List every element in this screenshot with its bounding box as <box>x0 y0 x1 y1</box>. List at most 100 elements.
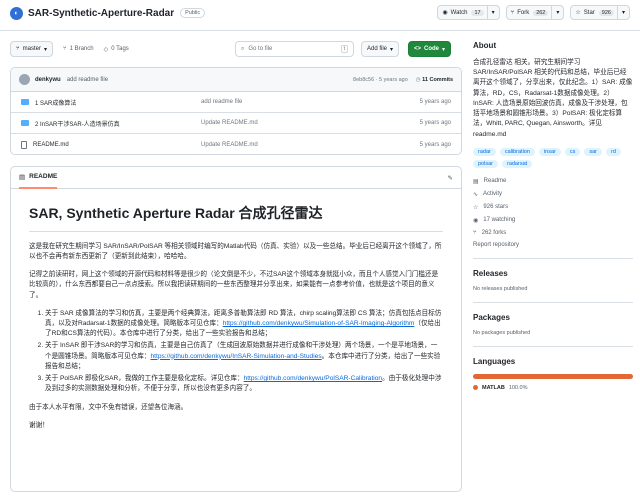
chevron-down-icon: ▾ <box>442 46 446 53</box>
code-icon: <> <box>414 46 422 52</box>
readme-header: ▤ README ✎ <box>11 167 461 189</box>
stars-label: 926 stars <box>483 204 509 211</box>
file-commit-message[interactable]: add readme file <box>201 99 361 105</box>
language-bar <box>473 373 633 379</box>
fork-count: 262 <box>533 9 549 16</box>
topic-tag[interactable]: radarsat <box>501 159 533 168</box>
commit-hash-time[interactable]: 8eb8c56 · 5 years ago <box>353 77 408 83</box>
latest-commit-bar: denkywu add readme file 8eb8c56 · 5 year… <box>11 68 461 92</box>
language-percent: 100.0% <box>508 384 528 391</box>
add-file-button[interactable]: Add file ▾ <box>361 41 400 57</box>
eye-icon: ◉ <box>442 10 448 16</box>
about-description: 合成孔径雷达 相关。研究生期间学习SAR/InSAR/PolSAR 相关的代码和… <box>473 59 633 138</box>
eye-icon: ◉ <box>473 217 479 224</box>
file-row[interactable]: README.md Update README.md 5 years ago <box>11 134 461 154</box>
topic-tag[interactable]: calibration <box>499 147 535 156</box>
tags-count: 0 Tags <box>111 46 129 52</box>
star-count: 926 <box>598 9 614 16</box>
fork-icon: ⑂ <box>510 9 515 16</box>
visibility-badge: Public <box>180 8 206 18</box>
pencil-icon[interactable]: ✎ <box>448 174 453 182</box>
star-label: Star <box>583 9 595 16</box>
chevron-down-icon[interactable]: ▾ <box>616 6 629 19</box>
file-row[interactable]: 2 InSAR干涉SAR-人造场景仿真 Update README.md 5 y… <box>11 113 461 134</box>
repo-actions: ◉ Watch 17 ▾ ⑂ Fork 262 ▾ ☆ Star 926 ▾ <box>437 5 630 20</box>
file-commit-message[interactable]: Update README.md <box>201 142 361 148</box>
file-name[interactable]: 2 InSAR干涉SAR-人造场景仿真 <box>35 119 120 128</box>
fork-icon: ⑂ <box>473 229 477 236</box>
folder-icon <box>21 99 29 105</box>
releases-empty: No releases published <box>473 285 528 292</box>
topic-tag[interactable]: insar <box>538 147 561 156</box>
language-name: MATLAB <box>482 384 505 391</box>
report-link[interactable]: Report repository <box>473 242 633 248</box>
repo-title[interactable]: SAR-Synthetic-Aperture-Radar <box>28 8 174 19</box>
topic-tag[interactable]: polsar <box>473 159 498 168</box>
activity-label: Activity <box>483 191 503 198</box>
code-button[interactable]: <> Code ▾ <box>408 41 452 57</box>
topic-tag[interactable]: cs <box>564 147 581 156</box>
readme-title: SAR, Synthetic Aperture Radar 合成孔径雷达 <box>29 203 443 232</box>
tag-icon: ◇ <box>103 46 109 53</box>
book-icon: ▤ <box>19 173 26 181</box>
branch-select[interactable]: ⑂ master ▾ <box>10 41 53 57</box>
fork-button[interactable]: ⑂ Fork 262 ▾ <box>505 5 565 20</box>
add-file-label: Add file <box>367 46 388 52</box>
repo-link[interactable]: https://github.com/denkywu/Simulation-of… <box>223 320 415 327</box>
readme-paragraph: 由于本人水平有限，文中不免有错误，还望各位海涵。 <box>29 403 188 411</box>
star-icon: ☆ <box>473 204 479 211</box>
file-name[interactable]: 1 SAR成像算法 <box>35 98 76 107</box>
chevron-down-icon[interactable]: ▾ <box>551 6 563 19</box>
forks-link[interactable]: ⑂ 262 forks <box>473 230 633 236</box>
forks-label: 262 forks <box>481 229 507 236</box>
file-date: 5 years ago <box>419 120 451 126</box>
file-row[interactable]: 1 SAR成像算法 add readme file 5 years ago <box>11 92 461 113</box>
folder-icon <box>21 120 29 126</box>
stars-link[interactable]: ☆ 926 stars <box>473 204 633 211</box>
pulse-icon: ∿ <box>473 191 479 198</box>
watch-label: Watch <box>450 9 468 16</box>
divider <box>473 301 633 303</box>
readme-list: 关于 SAR 成像算法的学习和仿真，主要是两个经典算法，距离多普勒算法即 RD … <box>29 309 443 395</box>
go-to-file-input[interactable]: ⌕ Go to file t <box>235 41 354 57</box>
file-name[interactable]: README.md <box>33 142 69 148</box>
releases-heading[interactable]: Releases <box>473 269 633 278</box>
topic-tag[interactable]: rd <box>605 147 621 156</box>
list-text: 关于 PolSAR 即极化SAR，我做的工作主要是极化定标。详见仓库： <box>45 375 244 383</box>
watchers-link[interactable]: ◉ 17 watching <box>473 217 633 224</box>
readme-link[interactable]: ▤ Readme <box>473 178 633 185</box>
repo-link[interactable]: https://github.com/denkywu/InSAR-Simulat… <box>151 353 322 360</box>
owner-avatar[interactable]: ◐ <box>10 6 23 20</box>
topic-tag[interactable]: radar <box>473 147 496 156</box>
chevron-down-icon[interactable]: ▾ <box>486 6 499 19</box>
fork-label: Fork <box>517 9 530 16</box>
branches-link[interactable]: ⑂ 1 Branch <box>63 46 94 52</box>
packages-heading[interactable]: Packages <box>473 313 633 322</box>
file-commit-message[interactable]: Update README.md <box>201 120 361 126</box>
tags-link[interactable]: ◇ 0 Tags <box>104 46 129 53</box>
search-placeholder: Go to file <box>248 46 273 52</box>
divider <box>473 257 633 259</box>
branch-icon: ⑂ <box>16 46 20 52</box>
history-icon: ◷ <box>415 76 421 83</box>
activity-link[interactable]: ∿ Activity <box>473 191 633 198</box>
watch-count: 17 <box>471 9 484 16</box>
topic-tag[interactable]: sar <box>584 147 602 156</box>
code-label: Code <box>424 46 440 52</box>
commits-link[interactable]: ◷ 11 Commits <box>416 77 453 83</box>
repo-link[interactable]: https://github.com/denkywu/PolSAR-Calibr… <box>244 375 383 382</box>
readme-tab[interactable]: ▤ README <box>19 167 58 189</box>
sidebar: About 合成孔径雷达 相关。研究生期间学习SAR/InSAR/PolSAR … <box>473 41 633 391</box>
watch-button[interactable]: ◉ Watch 17 ▾ <box>437 5 500 20</box>
author-avatar[interactable] <box>19 74 30 85</box>
commit-message[interactable]: add readme file <box>67 77 108 83</box>
chevron-down-icon: ▾ <box>390 46 394 53</box>
language-item[interactable]: MATLAB 100.0% <box>473 385 633 391</box>
star-button[interactable]: ☆ Star 926 ▾ <box>570 5 630 20</box>
watching-label: 17 watching <box>483 217 516 224</box>
topics-list: radar calibration insar cs sar rd polsar… <box>473 147 633 168</box>
list-item: 关于 SAR 成像算法的学习和仿真，主要是两个经典算法，距离多普勒算法即 RD … <box>45 309 443 340</box>
language-color-dot <box>473 385 478 391</box>
readme-paragraph: 这是我在研究生期间学习 SAR/InSAR/PolSAR 等相关领域时编写的Ma… <box>29 242 442 260</box>
commit-author[interactable]: denkywu <box>35 77 61 83</box>
